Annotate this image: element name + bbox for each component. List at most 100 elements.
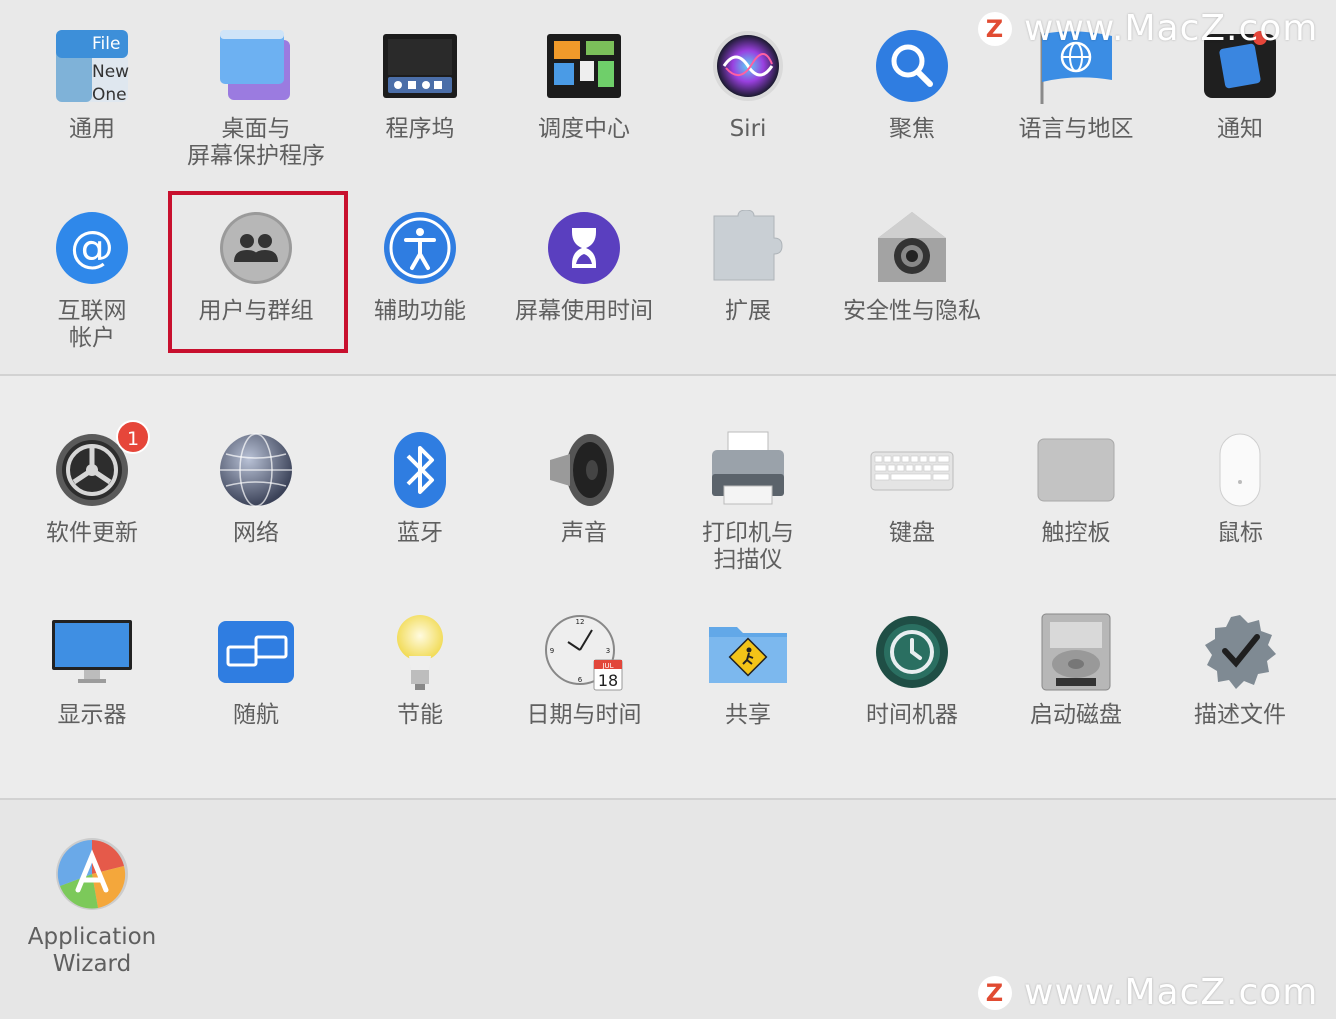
pref-pane-label: 屏幕使用时间 xyxy=(515,298,653,324)
pref-pane-label: 桌面与 屏幕保护程序 xyxy=(187,116,325,169)
pref-pane-label: 声音 xyxy=(561,520,607,546)
energy-saver-icon xyxy=(378,610,462,694)
pref-pane-label: 键盘 xyxy=(889,520,935,546)
pref-pane-label: 通知 xyxy=(1217,116,1263,142)
date-time-icon: 12 3 6 9 JUL 18 xyxy=(542,610,626,694)
calendar-day-text: 18 xyxy=(598,671,618,690)
pref-pane-label: Siri xyxy=(729,116,767,142)
pref-pane-spotlight[interactable]: 聚焦 xyxy=(830,24,994,194)
pref-pane-label: 蓝牙 xyxy=(397,520,443,546)
pref-pane-mouse[interactable]: 鼠标 xyxy=(1158,428,1322,598)
pref-pane-dock[interactable]: 程序坞 xyxy=(338,24,502,194)
desktop-screensaver-icon xyxy=(214,24,298,108)
mission-control-icon xyxy=(542,24,626,108)
keyboard-icon xyxy=(870,428,954,512)
trackpad-icon xyxy=(1034,428,1118,512)
calendar-month-text: JUL xyxy=(601,662,613,670)
svg-text:3: 3 xyxy=(606,647,610,655)
time-machine-icon xyxy=(870,610,954,694)
spotlight-icon xyxy=(870,24,954,108)
pref-pane-displays[interactable]: 显示器 xyxy=(10,610,174,780)
pref-pane-users-groups[interactable]: 用户与群组 xyxy=(174,206,338,376)
pref-pane-label: 调度中心 xyxy=(538,116,630,142)
pref-pane-label: Application Wizard xyxy=(27,924,157,977)
watermark-logo: Z xyxy=(978,975,1012,1010)
pref-pane-sound[interactable]: 声音 xyxy=(502,428,666,598)
svg-text:12: 12 xyxy=(576,618,585,626)
pref-pane-siri[interactable]: Siri xyxy=(666,24,830,194)
pref-pane-energy-saver[interactable]: 节能 xyxy=(338,610,502,780)
pref-pane-application-wizard[interactable]: Application Wizard xyxy=(10,832,174,1002)
extensions-icon xyxy=(706,206,790,290)
software-update-icon: 1 xyxy=(50,420,150,512)
startup-disk-icon xyxy=(1034,610,1118,694)
pref-pane-time-machine[interactable]: 时间机器 xyxy=(830,610,994,780)
pref-pane-label: 节能 xyxy=(397,702,443,728)
displays-icon xyxy=(50,610,134,694)
internet-accounts-icon: @ xyxy=(50,206,134,290)
general-icon-new-text: New xyxy=(92,62,129,82)
general-icon: File New One xyxy=(50,24,134,108)
pref-pane-internet-accounts[interactable]: @ 互联网 帐户 xyxy=(10,206,174,376)
watermark-top: Z www.MacZ.com xyxy=(978,8,1318,49)
pref-pane-label: 共享 xyxy=(725,702,771,728)
pref-pane-label: 时间机器 xyxy=(866,702,958,728)
pref-pane-printers-scanners[interactable]: 打印机与 扫描仪 xyxy=(666,428,830,598)
pref-pane-software-update[interactable]: 1 软件更新 xyxy=(10,420,174,598)
pref-pane-sharing[interactable]: 共享 xyxy=(666,610,830,780)
pref-pane-desktop-screensaver[interactable]: 桌面与 屏幕保护程序 xyxy=(174,24,338,194)
pref-pane-label: 语言与地区 xyxy=(1018,116,1134,142)
pref-pane-general[interactable]: File New One 通用 xyxy=(10,24,174,194)
screen-time-icon xyxy=(542,206,626,290)
pref-pane-notifications[interactable]: 通知 xyxy=(1158,24,1322,194)
pref-pane-label: 扩展 xyxy=(725,298,771,324)
watermark-text: www.MacZ.com xyxy=(1024,8,1319,49)
watermark-bottom: Z www.MacZ.com xyxy=(978,972,1318,1013)
pref-pane-sidecar[interactable]: 随航 xyxy=(174,610,338,780)
mouse-icon xyxy=(1198,428,1282,512)
pref-pane-label: 启动磁盘 xyxy=(1030,702,1122,728)
pref-pane-security-privacy[interactable]: 安全性与隐私 xyxy=(830,206,994,376)
pref-pane-extensions[interactable]: 扩展 xyxy=(666,206,830,376)
siri-icon xyxy=(706,24,790,108)
svg-text:@: @ xyxy=(70,222,114,273)
pref-pane-label: 打印机与 扫描仪 xyxy=(702,520,794,573)
pref-pane-trackpad[interactable]: 触控板 xyxy=(994,428,1158,598)
security-privacy-icon xyxy=(870,206,954,290)
users-groups-icon xyxy=(214,206,298,290)
pref-pane-bluetooth[interactable]: 蓝牙 xyxy=(338,428,502,598)
pref-pane-language-region[interactable]: 语言与地区 xyxy=(994,24,1158,194)
profiles-icon xyxy=(1198,610,1282,694)
network-icon xyxy=(214,428,298,512)
watermark-text: www.MacZ.com xyxy=(1024,972,1319,1013)
pref-pane-network[interactable]: 网络 xyxy=(174,428,338,598)
svg-text:9: 9 xyxy=(550,647,554,655)
printers-scanners-icon xyxy=(706,428,790,512)
pref-pane-label: 通用 xyxy=(69,116,115,142)
pref-pane-label: 触控板 xyxy=(1041,520,1111,546)
pref-pane-label: 安全性与隐私 xyxy=(843,298,981,324)
pref-pane-keyboard[interactable]: 键盘 xyxy=(830,428,994,598)
pref-pane-screen-time[interactable]: 屏幕使用时间 xyxy=(502,206,666,376)
pref-pane-profiles[interactable]: 描述文件 xyxy=(1158,610,1322,780)
pref-pane-label: 显示器 xyxy=(57,702,127,728)
pref-pane-label: 随航 xyxy=(233,702,279,728)
dock-icon xyxy=(378,24,462,108)
pref-pane-mission-control[interactable]: 调度中心 xyxy=(502,24,666,194)
watermark-logo: Z xyxy=(978,11,1012,46)
pref-pane-label: 鼠标 xyxy=(1217,520,1263,546)
bluetooth-icon xyxy=(378,428,462,512)
sharing-icon xyxy=(706,610,790,694)
pref-pane-label: 日期与时间 xyxy=(526,702,642,728)
pref-pane-date-time[interactable]: 12 3 6 9 JUL 18 日期与时间 xyxy=(502,610,666,780)
pref-pane-startup-disk[interactable]: 启动磁盘 xyxy=(994,610,1158,780)
pref-pane-label: 网络 xyxy=(233,520,279,546)
pref-pane-label: 聚焦 xyxy=(889,116,935,142)
pref-pane-label: 辅助功能 xyxy=(374,298,466,324)
pref-pane-accessibility[interactable]: 辅助功能 xyxy=(338,206,502,376)
pref-pane-label: 软件更新 xyxy=(46,520,138,546)
update-count-badge: 1 xyxy=(116,420,150,454)
pref-pane-label: 程序坞 xyxy=(385,116,455,142)
accessibility-icon xyxy=(378,206,462,290)
pref-pane-label: 互联网 帐户 xyxy=(57,298,127,351)
